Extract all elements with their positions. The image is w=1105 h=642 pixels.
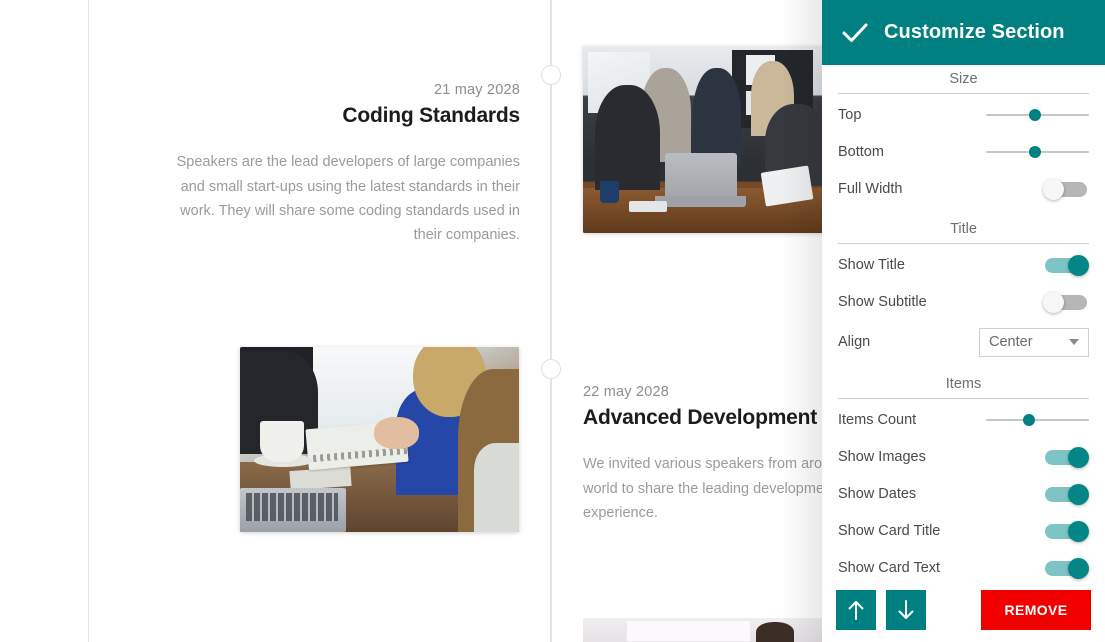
- setting-row-show-card-title: Show Card Title: [838, 512, 1089, 549]
- section-heading-title: Title: [838, 215, 1089, 244]
- move-down-button[interactable]: [886, 590, 926, 630]
- align-select[interactable]: Center: [979, 327, 1089, 357]
- panel-footer: REMOVE: [822, 582, 1105, 642]
- setting-label-show-title: Show Title: [838, 256, 905, 273]
- show-card-text-toggle[interactable]: [1043, 557, 1089, 579]
- align-select-value: Center: [989, 334, 1033, 350]
- setting-label-full-width: Full Width: [838, 180, 903, 197]
- check-icon[interactable]: [838, 16, 872, 50]
- setting-row-show-dates: Show Dates: [838, 475, 1089, 512]
- panel-body: Size Top Bottom Full Width Title Show Ti…: [822, 65, 1105, 582]
- arrow-up-icon: [848, 601, 864, 620]
- entry-date: 21 may 2028: [433, 82, 520, 98]
- business-meeting-photo[interactable]: [583, 46, 823, 233]
- section-heading-items: Items: [838, 370, 1089, 399]
- setting-label-items-count: Items Count: [838, 411, 917, 428]
- chevron-down-icon: [1069, 339, 1079, 345]
- show-card-title-toggle[interactable]: [1043, 520, 1089, 542]
- entry-body: Speakers are the lead developers of larg…: [176, 154, 520, 244]
- remove-button[interactable]: REMOVE: [981, 590, 1091, 630]
- show-subtitle-toggle[interactable]: [1043, 291, 1089, 313]
- slider-knob[interactable]: [1029, 108, 1042, 121]
- setting-label-align: Align: [838, 334, 871, 350]
- move-up-button[interactable]: [836, 590, 876, 630]
- setting-label-show-card-text: Show Card Text: [838, 559, 941, 576]
- setting-row-full-width: Full Width: [838, 170, 1089, 207]
- workspace-collaboration-photo[interactable]: [240, 347, 519, 532]
- timeline-dot: [541, 359, 561, 379]
- setting-label-show-images: Show Images: [838, 448, 926, 465]
- show-title-toggle[interactable]: [1043, 254, 1089, 276]
- setting-label-bottom: Bottom: [838, 143, 884, 160]
- timeline-dot: [541, 65, 561, 85]
- setting-row-items-count: Items Count: [838, 401, 1089, 438]
- top-slider[interactable]: [986, 106, 1089, 124]
- setting-row-align: Align Center: [838, 320, 1089, 364]
- customize-section-panel: Customize Section Size Top Bottom Full W…: [822, 0, 1105, 642]
- slider-knob[interactable]: [1023, 413, 1036, 426]
- section-heading-size: Size: [838, 65, 1089, 94]
- timeline-entry[interactable]: 21 may 2028 Coding Standards Speakers ar…: [160, 80, 521, 248]
- presentation-photo[interactable]: [583, 618, 823, 642]
- app-root: 21 may 2028 Coding Standards Speakers ar…: [0, 0, 1105, 642]
- setting-row-show-title: Show Title: [838, 246, 1089, 283]
- slider-track: [986, 418, 1089, 421]
- show-dates-toggle[interactable]: [1043, 483, 1089, 505]
- setting-label-show-dates: Show Dates: [838, 485, 917, 502]
- timeline-line: [550, 0, 552, 642]
- items-count-slider[interactable]: [986, 411, 1089, 429]
- setting-row-show-card-text: Show Card Text: [838, 549, 1089, 582]
- setting-row-top: Top: [838, 96, 1089, 133]
- panel-title: Customize Section: [884, 21, 1065, 43]
- slider-knob[interactable]: [1029, 145, 1042, 158]
- setting-row-bottom: Bottom: [838, 133, 1089, 170]
- setting-label-show-card-title: Show Card Title: [838, 522, 941, 539]
- arrow-down-icon: [898, 600, 914, 619]
- bottom-slider[interactable]: [986, 143, 1089, 161]
- setting-label-top: Top: [838, 106, 862, 123]
- setting-row-show-subtitle: Show Subtitle: [838, 283, 1089, 320]
- show-images-toggle[interactable]: [1043, 446, 1089, 468]
- canvas-left-border: [88, 0, 89, 642]
- entry-title: Coding Standards: [342, 104, 520, 128]
- full-width-toggle[interactable]: [1043, 178, 1089, 200]
- setting-row-show-images: Show Images: [838, 438, 1089, 475]
- setting-label-show-subtitle: Show Subtitle: [838, 293, 927, 310]
- panel-header: Customize Section: [822, 0, 1105, 65]
